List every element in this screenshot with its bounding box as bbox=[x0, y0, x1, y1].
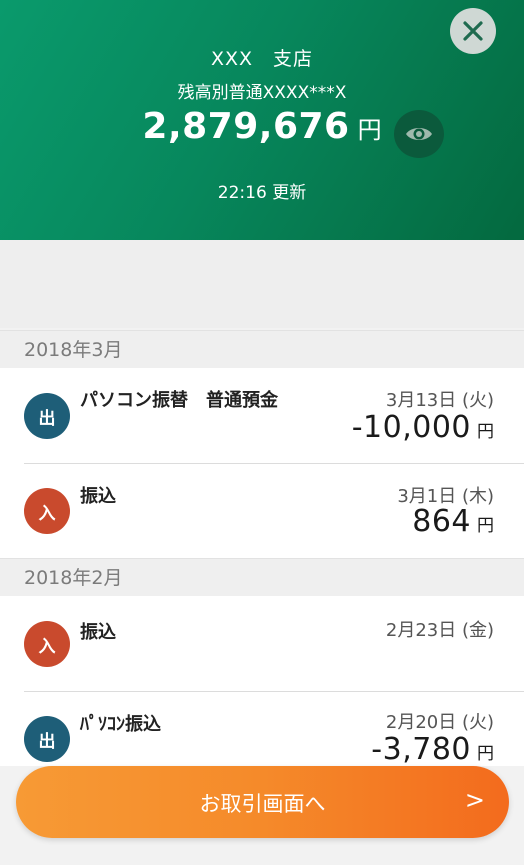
transaction-description: ﾊﾟｿｺﾝ振込 bbox=[80, 714, 161, 735]
transaction-amount: -3,780 bbox=[371, 732, 471, 767]
transaction-date: 3月13日 (火) bbox=[385, 390, 494, 411]
transaction-row[interactable]: 入 振込 3月1日 (木) 864 円 bbox=[0, 464, 524, 558]
transaction-description: パソコン振替 普通預金 bbox=[80, 390, 278, 411]
transaction-amount-row: -10,000 円 bbox=[352, 410, 494, 445]
transaction-amount-row: 864 円 bbox=[412, 504, 494, 539]
balance-row: 2,879,676 円 bbox=[0, 106, 524, 147]
chevron-right-icon: > bbox=[464, 786, 485, 814]
transaction-amount: -10,000 bbox=[351, 410, 471, 445]
month-header: 2018年3月 bbox=[0, 330, 524, 368]
deposit-badge: 入 bbox=[24, 488, 70, 534]
transaction-row[interactable]: 入 振込 2月23日 (金) bbox=[0, 596, 524, 692]
transaction-description: 振込 bbox=[80, 486, 116, 507]
transaction-amount-row: -3,780 円 bbox=[371, 732, 494, 767]
updated-time: 22:16 更新 bbox=[217, 183, 307, 203]
transaction-amount: 864 bbox=[412, 504, 471, 539]
account-number: 残高別普通XXXX***X bbox=[177, 83, 347, 103]
transaction-description: 振込 bbox=[80, 622, 116, 643]
balance-unit: 円 bbox=[357, 116, 382, 144]
balance-amount: 2,879,676 bbox=[142, 106, 350, 147]
yen-unit: 円 bbox=[477, 516, 494, 536]
withdrawal-badge: 出 bbox=[24, 393, 70, 439]
transaction-date: 2月20日 (火) bbox=[385, 712, 494, 733]
yen-unit: 円 bbox=[477, 744, 494, 764]
branch-name: XXX 支店 bbox=[210, 48, 314, 70]
cta-label: お取引画面へ bbox=[199, 792, 326, 816]
deposit-badge: 入 bbox=[24, 621, 70, 667]
transaction-date: 2月23日 (金) bbox=[385, 620, 494, 641]
eye-icon bbox=[406, 128, 432, 140]
spacer-band bbox=[0, 240, 524, 328]
account-header: XXX 支店 残高別普通XXXX***X 2,879,676 円 22:16 更新 bbox=[0, 0, 524, 240]
transactions-screen-button[interactable]: お取引画面へ > bbox=[16, 766, 509, 838]
yen-unit: 円 bbox=[477, 422, 494, 442]
transaction-row[interactable]: 出 ﾊﾟｿｺﾝ振込 2月20日 (火) -3,780 円 bbox=[0, 692, 524, 767]
month-header: 2018年2月 bbox=[0, 558, 524, 596]
transaction-row[interactable]: 出 パソコン振替 普通預金 3月13日 (火) -10,000 円 bbox=[0, 368, 524, 464]
close-icon bbox=[463, 21, 483, 41]
withdrawal-badge: 出 bbox=[24, 716, 70, 762]
toggle-balance-button[interactable] bbox=[394, 110, 444, 158]
